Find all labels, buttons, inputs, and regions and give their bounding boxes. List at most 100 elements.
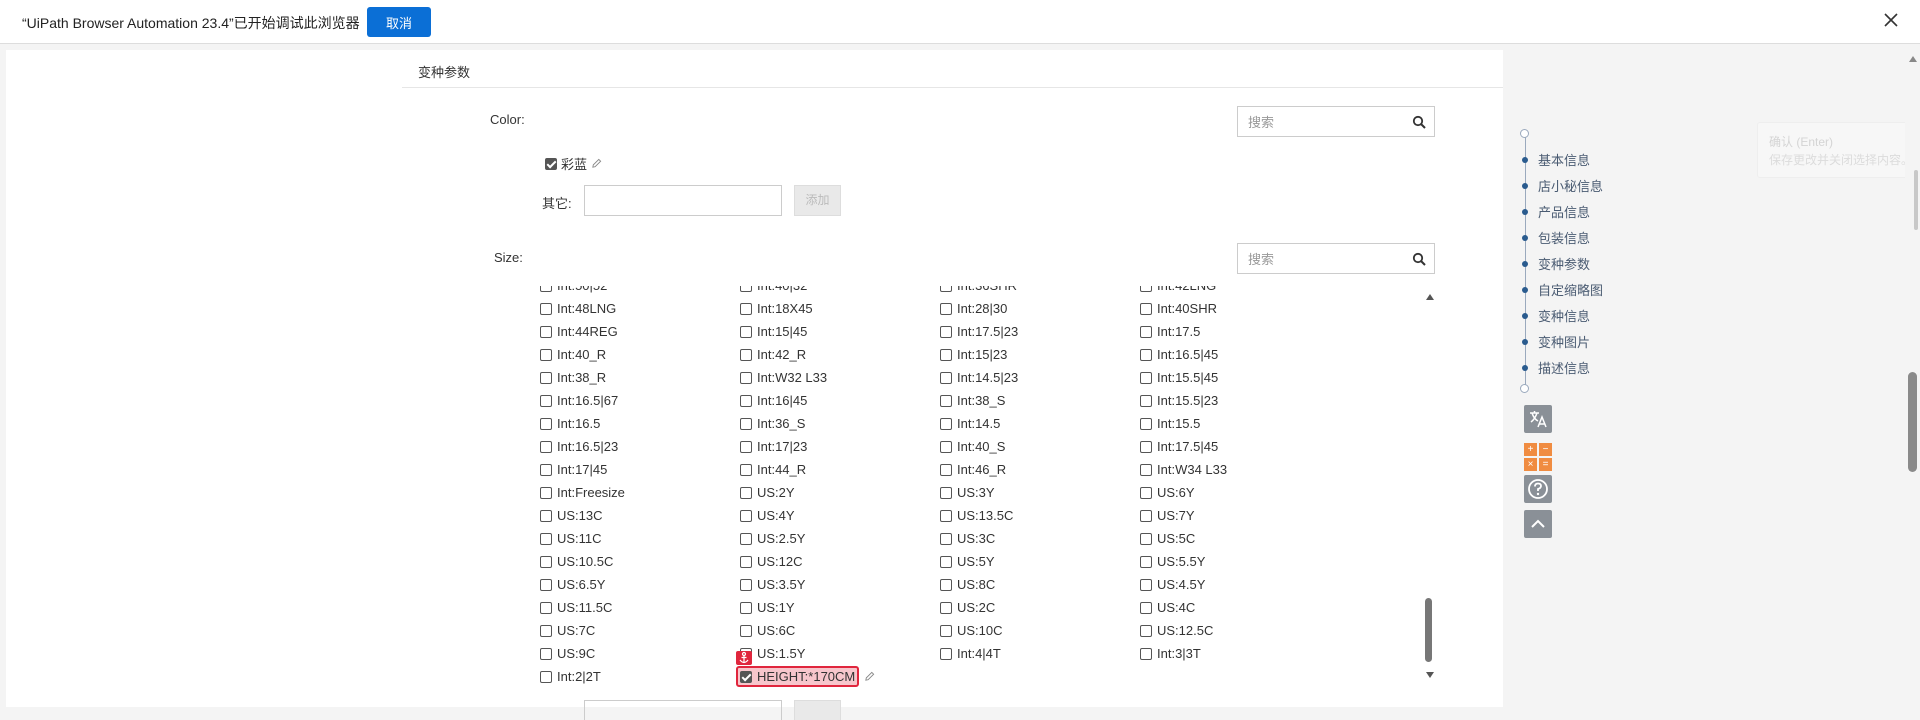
size-option[interactable]: Int:4|4T <box>940 642 1140 665</box>
size-option[interactable]: Int:14.5 <box>940 412 1140 435</box>
size-option[interactable]: US:6C <box>740 619 940 642</box>
size-checkbox[interactable] <box>940 371 952 384</box>
size-checkbox[interactable] <box>740 394 752 407</box>
size-option[interactable]: Int:2|2T <box>540 665 740 688</box>
size-option[interactable]: US:5C <box>1140 527 1240 550</box>
color-checkbox[interactable] <box>545 157 557 170</box>
size-checkbox[interactable] <box>940 647 952 660</box>
cancel-button[interactable]: 取消 <box>367 7 431 37</box>
size-checkbox[interactable] <box>740 509 752 522</box>
size-checkbox[interactable] <box>1140 647 1152 660</box>
size-option[interactable]: Int:16|45 <box>740 389 940 412</box>
tooltip-scrollbar[interactable] <box>1914 170 1918 230</box>
size-option[interactable]: Int:40_S <box>940 435 1140 458</box>
size-option[interactable]: US:6Y <box>1140 481 1240 504</box>
size-checkbox[interactable] <box>740 555 752 568</box>
size-checkbox[interactable] <box>740 601 752 614</box>
size-checkbox[interactable] <box>540 647 552 660</box>
size-option[interactable]: Int:17.5|45 <box>1140 435 1240 458</box>
size-option[interactable]: Int:16.5|67 <box>540 389 740 412</box>
size-option[interactable]: Int:40_R <box>540 343 740 366</box>
size-option[interactable]: Int:W32 L33 <box>740 366 940 389</box>
size-checkbox[interactable] <box>940 417 952 430</box>
help-button[interactable] <box>1524 475 1552 503</box>
size-checkbox[interactable] <box>1140 486 1152 499</box>
size-option[interactable]: Int:18X45 <box>740 297 940 320</box>
size-checkbox[interactable] <box>1140 348 1152 361</box>
size-option[interactable]: US:13C <box>540 504 740 527</box>
size-option[interactable]: Int:50|52 <box>540 286 740 297</box>
nav-item[interactable]: 变种参数 <box>1522 254 1590 273</box>
size-other-input[interactable] <box>584 700 782 720</box>
size-checkbox[interactable] <box>940 578 952 591</box>
size-checkbox[interactable] <box>1140 325 1152 338</box>
size-checkbox[interactable] <box>740 325 752 338</box>
size-checkbox[interactable] <box>940 394 952 407</box>
size-checkbox[interactable] <box>740 286 752 292</box>
color-search-input[interactable] <box>1238 107 1420 138</box>
size-option[interactable]: US:7C <box>540 619 740 642</box>
size-checkbox[interactable] <box>540 371 552 384</box>
size-checkbox[interactable] <box>940 532 952 545</box>
size-option[interactable]: Int:Freesize <box>540 481 740 504</box>
nav-item[interactable]: 描述信息 <box>1522 358 1590 377</box>
size-option[interactable]: HEIGHT:*170CM <box>736 651 940 688</box>
list-scroll-up-arrow[interactable] <box>1426 294 1434 300</box>
size-option[interactable]: US:3Y <box>940 481 1140 504</box>
size-option[interactable]: Int:W34 L33 <box>1140 458 1240 481</box>
page-scrollbar-thumb[interactable] <box>1908 372 1917 472</box>
size-option[interactable]: US:4Y <box>740 504 940 527</box>
size-option[interactable]: Int:17.5|23 <box>940 320 1140 343</box>
nav-item[interactable]: 店小秘信息 <box>1522 176 1603 195</box>
size-option[interactable]: Int:17|45 <box>540 458 740 481</box>
size-checkbox[interactable] <box>940 348 952 361</box>
size-option[interactable]: US:5Y <box>940 550 1140 573</box>
nav-item[interactable]: 包装信息 <box>1522 228 1590 247</box>
size-option[interactable]: US:4.5Y <box>1140 573 1240 596</box>
size-checkbox[interactable] <box>540 463 552 476</box>
nav-item[interactable]: 变种信息 <box>1522 306 1590 325</box>
size-checkbox[interactable] <box>1140 286 1152 292</box>
size-option[interactable]: Int:46_R <box>940 458 1140 481</box>
size-checkbox[interactable] <box>540 417 552 430</box>
pencil-icon[interactable] <box>591 158 602 169</box>
size-search-input[interactable] <box>1238 244 1420 275</box>
size-checkbox[interactable] <box>540 302 552 315</box>
list-scroll-down-arrow[interactable] <box>1426 672 1434 678</box>
size-option[interactable]: US:8C <box>940 573 1140 596</box>
size-option[interactable]: US:2Y <box>740 481 940 504</box>
size-option[interactable]: Int:16.5|23 <box>540 435 740 458</box>
size-option[interactable]: Int:44REG <box>540 320 740 343</box>
nav-item[interactable]: 变种图片 <box>1522 332 1590 351</box>
size-checkbox[interactable] <box>540 601 552 614</box>
size-checkbox[interactable] <box>540 286 552 292</box>
size-checkbox[interactable] <box>1140 394 1152 407</box>
other-color-input[interactable] <box>584 185 782 216</box>
size-option[interactable]: Int:36SHR <box>940 286 1140 297</box>
size-option[interactable]: Int:42LNG <box>1140 286 1240 297</box>
size-checkbox[interactable] <box>540 394 552 407</box>
size-option[interactable]: Int:15|45 <box>740 320 940 343</box>
size-checkbox[interactable] <box>940 302 952 315</box>
translate-button[interactable] <box>1524 405 1552 433</box>
search-icon[interactable] <box>1412 115 1426 129</box>
list-scrollbar-thumb[interactable] <box>1425 598 1432 662</box>
size-option[interactable]: Int:16.5 <box>540 412 740 435</box>
size-option[interactable]: Int:38_S <box>940 389 1140 412</box>
size-checkbox[interactable] <box>940 286 952 292</box>
add-button[interactable]: 添加 <box>794 185 841 216</box>
size-add-button[interactable] <box>794 700 841 720</box>
size-checkbox[interactable] <box>740 371 752 384</box>
size-option[interactable]: Int:38_R <box>540 366 740 389</box>
size-checkbox[interactable] <box>940 624 952 637</box>
size-checkbox[interactable] <box>740 463 752 476</box>
size-option[interactable]: US:3C <box>940 527 1140 550</box>
size-option[interactable]: Int:15.5|45 <box>1140 366 1240 389</box>
size-checkbox[interactable] <box>1140 578 1152 591</box>
size-checkbox[interactable] <box>740 302 752 315</box>
size-checkbox[interactable] <box>540 532 552 545</box>
size-checkbox[interactable] <box>540 509 552 522</box>
nav-item[interactable]: 基本信息 <box>1522 150 1590 169</box>
size-checkbox[interactable] <box>1140 509 1152 522</box>
size-checkbox[interactable] <box>540 325 552 338</box>
